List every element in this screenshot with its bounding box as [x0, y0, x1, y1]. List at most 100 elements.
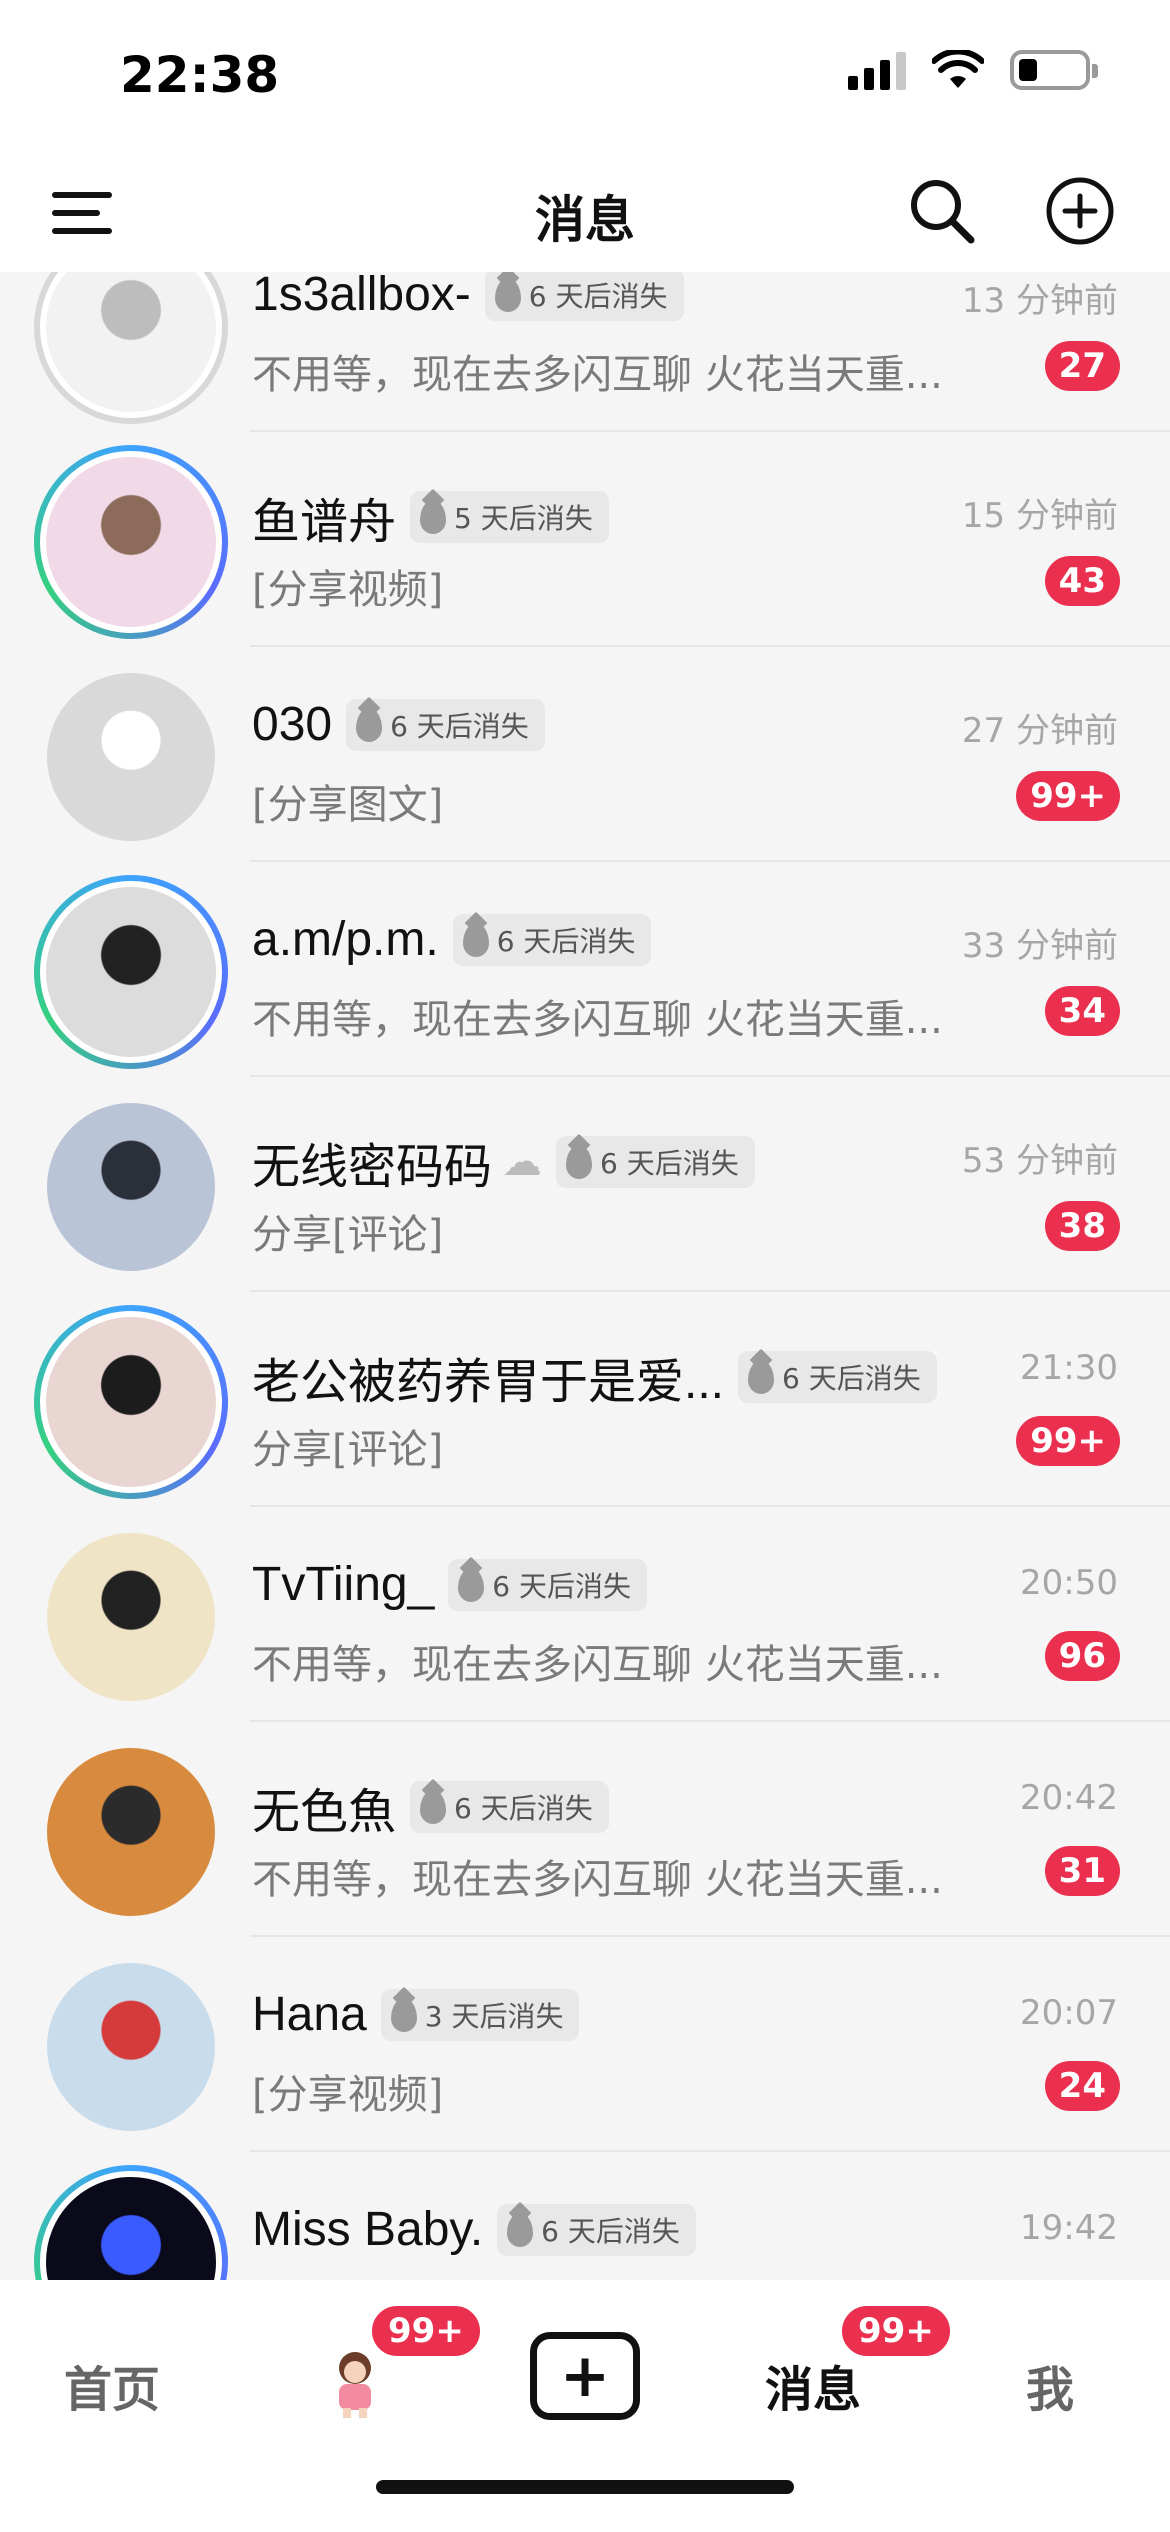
name-line: Miss Baby. 6 天后消失	[252, 2202, 910, 2257]
message-time: 15 分钟前	[961, 496, 1118, 536]
avatar[interactable]	[47, 1103, 215, 1271]
avatar-image	[47, 1748, 215, 1916]
message-preview: [分享视频]	[252, 567, 444, 613]
avatar-image	[47, 1103, 215, 1271]
fire-drop-icon	[420, 1790, 447, 1824]
create-button[interactable]: +	[530, 2332, 640, 2420]
avatar-image	[40, 881, 222, 1063]
conversation-row[interactable]: 无色魚 6 天后消失 20:42 不用等，现在去多闪互聊 火花当天重... 31	[0, 1722, 1170, 1937]
fire-drop-icon	[390, 1997, 417, 2032]
conversation-row[interactable]: a.m/p.m. 6 天后消失 33 分钟前 不用等，现在去多闪互聊 火花当天重…	[0, 862, 1170, 1077]
home-indicator[interactable]	[376, 2480, 794, 2494]
search-icon[interactable]	[905, 174, 979, 248]
message-time: 19:42	[1020, 2208, 1118, 2248]
friend-avatar-icon[interactable]	[325, 2346, 385, 2420]
conversation-row[interactable]: 无线密码码 ☁ 6 天后消失 53 分钟前 分享[评论] 38	[0, 1077, 1170, 1292]
conversation-row[interactable]: 030 6 天后消失 27 分钟前 [分享图文] 99+	[0, 647, 1170, 862]
conversation-row[interactable]: Hana 3 天后消失 20:07 [分享视频] 24	[0, 1937, 1170, 2152]
expire-tag-text: 5 天后消失	[454, 502, 593, 535]
name-line: TvTiing_ 6 天后消失	[252, 1557, 910, 1612]
avatar[interactable]	[47, 1533, 215, 1701]
message-time: 20:07	[1020, 1993, 1118, 2033]
fire-drop-icon	[507, 2212, 534, 2247]
contact-name: 030	[252, 698, 333, 751]
expire-tag: 6 天后消失	[497, 2203, 696, 2256]
contact-name: Hana	[252, 1988, 367, 2041]
message-time: 33 分钟前	[961, 926, 1118, 966]
conversation-list[interactable]: 1s3allbox- 6 天后消失 13 分钟前 不用等，现在去多闪互聊 火花当…	[0, 272, 1170, 2280]
fire-drop-icon	[566, 1145, 593, 1179]
expire-tag: 6 天后消失	[738, 1351, 937, 1403]
message-preview: [分享图文]	[252, 782, 444, 828]
unread-badge: 43	[1044, 556, 1120, 606]
battery-icon	[1010, 50, 1098, 90]
unread-badge: 31	[1044, 1846, 1120, 1896]
unread-badge: 99+	[1016, 771, 1120, 821]
contact-name: 无色魚	[252, 1786, 397, 1839]
conversation-row[interactable]: TvTiing_ 6 天后消失 20:50 不用等，现在去多闪互聊 火花当天重.…	[0, 1507, 1170, 1722]
cloud-icon: ☁	[502, 1139, 543, 1185]
expire-tag: 3 天后消失	[380, 1988, 580, 2041]
name-line: 1s3allbox- 6 天后消失	[252, 272, 910, 322]
contact-name: 老公被药养胃于是爱...	[252, 1356, 725, 1409]
message-preview: 不用等，现在去多闪互聊 火花当天重...	[252, 997, 943, 1043]
messages-tab-badge: 99+	[838, 2302, 954, 2360]
page-title: 消息	[535, 191, 635, 249]
add-circle-icon[interactable]	[1043, 174, 1117, 248]
avatar[interactable]	[34, 2165, 228, 2280]
contact-name: 无线密码码	[252, 1141, 493, 1194]
name-line: 鱼谱舟 5 天后消失	[252, 482, 910, 552]
name-line: 030 6 天后消失	[252, 697, 910, 752]
message-time: 13 分钟前	[961, 281, 1118, 321]
expire-tag: 6 天后消失	[556, 1136, 755, 1188]
name-line: 无线密码码 ☁ 6 天后消失	[252, 1127, 910, 1197]
message-preview: 不用等，现在去多闪互聊 火花当天重...	[252, 352, 943, 398]
avatar[interactable]	[47, 673, 215, 841]
expire-tag-text: 6 天后消失	[541, 2214, 680, 2248]
fire-drop-icon	[462, 922, 489, 957]
message-preview: 分享[评论]	[252, 1212, 444, 1258]
avatar[interactable]	[34, 875, 228, 1069]
avatar-image	[47, 1963, 215, 2131]
message-time: 53 分钟前	[961, 1141, 1118, 1181]
friend-tab-badge: 99+	[368, 2302, 484, 2360]
unread-badge: 27	[1044, 341, 1120, 391]
conversation-row[interactable]: Miss Baby. 6 天后消失 19:42	[0, 2152, 1170, 2280]
tab-me[interactable]: 我	[1026, 2350, 1074, 2420]
avatar-image	[40, 1311, 222, 1493]
tab-home[interactable]: 首页	[64, 2350, 160, 2420]
contact-name: a.m/p.m.	[252, 913, 439, 966]
message-time: 27 分钟前	[961, 711, 1118, 751]
avatar[interactable]	[34, 272, 228, 424]
message-preview: 不用等，现在去多闪互聊 火花当天重...	[252, 1642, 943, 1688]
avatar[interactable]	[34, 1305, 228, 1499]
avatar[interactable]	[47, 1963, 215, 2131]
avatar[interactable]	[34, 445, 228, 639]
conversation-row[interactable]: 1s3allbox- 6 天后消失 13 分钟前 不用等，现在去多闪互聊 火花当…	[0, 272, 1170, 432]
message-preview: [分享视频]	[252, 2072, 444, 2118]
contact-name: 鱼谱舟	[252, 496, 397, 549]
conversation-row[interactable]: 老公被药养胃于是爱... 6 天后消失 21:30 分享[评论] 99+	[0, 1292, 1170, 1507]
status-time: 22:38	[120, 46, 280, 104]
status-icons	[848, 50, 1098, 90]
avatar-image	[47, 1533, 215, 1701]
message-preview: 分享[评论]	[252, 1427, 444, 1473]
fire-drop-icon	[356, 707, 383, 742]
top-nav: 消息	[0, 150, 1170, 272]
cellular-signal-icon	[848, 50, 906, 90]
avatar-image	[47, 673, 215, 841]
expire-tag-text: 6 天后消失	[454, 1792, 593, 1825]
status-bar: 22:38	[0, 0, 1170, 150]
unread-badge: 96	[1044, 1631, 1120, 1681]
avatar-image	[40, 272, 222, 418]
unread-badge: 99+	[1016, 1416, 1120, 1466]
message-time: 21:30	[1020, 1348, 1118, 1388]
fire-drop-icon	[494, 277, 521, 312]
unread-badge: 24	[1044, 2061, 1120, 2111]
fire-drop-icon	[458, 1567, 485, 1602]
avatar[interactable]	[47, 1748, 215, 1916]
name-line: Hana 3 天后消失	[252, 1987, 910, 2042]
expire-tag-text: 6 天后消失	[782, 1362, 921, 1395]
conversation-row[interactable]: 鱼谱舟 5 天后消失 15 分钟前 [分享视频] 43	[0, 432, 1170, 647]
tab-messages[interactable]: 消息	[765, 2350, 861, 2420]
